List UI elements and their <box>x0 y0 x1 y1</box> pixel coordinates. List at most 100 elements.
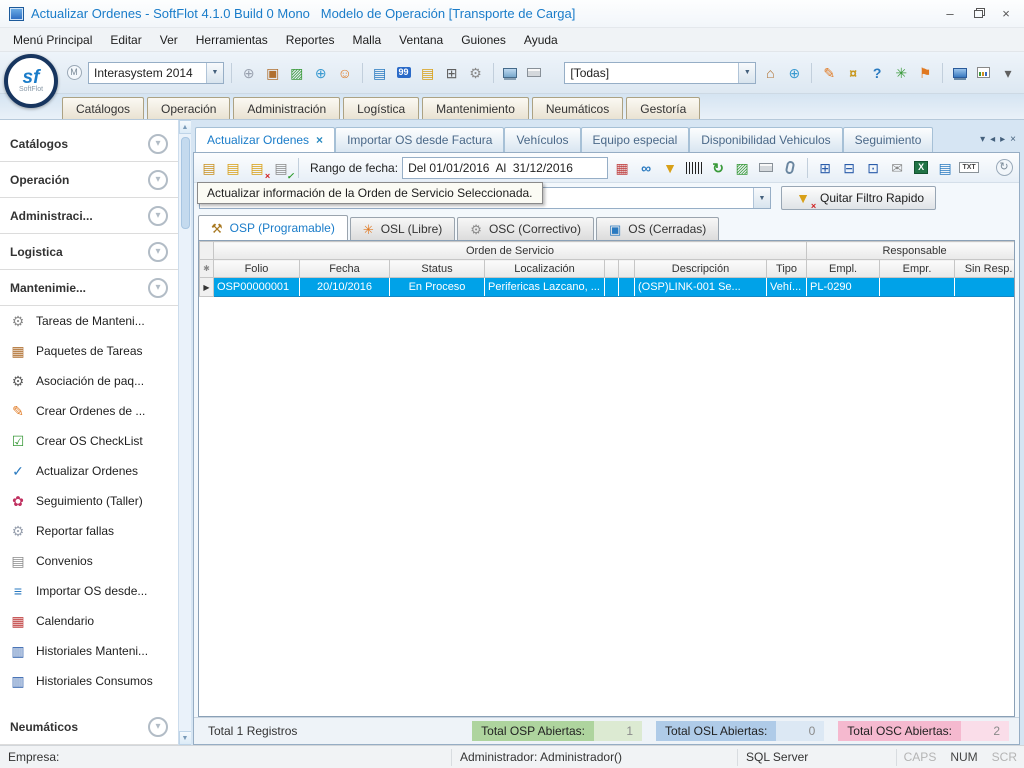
cell-empl[interactable]: PL-0290 <box>807 278 880 297</box>
sidebar-item-calendario[interactable]: ▦ Calendario <box>0 606 178 636</box>
tree-expand-icon[interactable]: ⊟ <box>839 158 859 178</box>
cell-empr[interactable] <box>880 278 955 297</box>
col-tipo[interactable]: Tipo <box>767 260 807 278</box>
sidebar-section-neumaticos[interactable]: Neumáticos ▾ <box>0 709 178 745</box>
menu-herramientas[interactable]: Herramientas <box>187 30 277 50</box>
sidebar-item-seguimiento-taller[interactable]: ✿ Seguimiento (Taller) <box>0 486 178 516</box>
calendar-search-icon[interactable]: ▦ <box>612 158 632 178</box>
sidebar-section-administracion[interactable]: Administraci... ▾ <box>0 198 178 234</box>
tab-os-cerradas[interactable]: ▣ OS (Cerradas) <box>596 217 719 240</box>
menu-malla[interactable]: Malla <box>343 30 390 50</box>
scrollbar-thumb[interactable] <box>181 137 190 229</box>
delete-order-icon[interactable]: ▤× <box>247 158 267 178</box>
world-icon[interactable]: ⊕ <box>784 63 804 83</box>
cell-flag-2[interactable] <box>619 278 635 297</box>
flag-icon[interactable]: ⚑ <box>915 63 935 83</box>
col-sin-resp[interactable]: Sin Resp. <box>955 260 1015 278</box>
module-tab-mantenimiento[interactable]: Mantenimiento <box>422 97 529 119</box>
tab-osp-programable[interactable]: ⚒ OSP (Programable) <box>198 215 348 240</box>
tab-scroll-left-icon[interactable]: ◂ <box>990 134 995 145</box>
chart-icon[interactable] <box>974 63 994 83</box>
sidebar-item-historiales-mantenimiento[interactable]: ▥ Historiales Manteni... <box>0 636 178 666</box>
col-folio[interactable]: Folio <box>214 260 300 278</box>
help-icon[interactable]: ? <box>867 63 887 83</box>
menu-ayuda[interactable]: Ayuda <box>515 30 567 50</box>
collapse-section-icon[interactable]: ▾ <box>148 170 168 190</box>
image-icon[interactable]: ▨ <box>287 63 307 83</box>
badge-99-icon[interactable]: 99 <box>394 63 414 83</box>
sidebar-section-operacion[interactable]: Operación ▾ <box>0 162 178 198</box>
filter-funnel-icon[interactable]: ▼ <box>660 158 680 178</box>
users-icon[interactable]: ☺ <box>335 63 355 83</box>
picture-icon[interactable]: ▨ <box>732 158 752 178</box>
doc-tab-importar-os[interactable]: Importar OS desde Factura <box>335 127 504 152</box>
screen-icon[interactable] <box>950 63 970 83</box>
photo-icon[interactable]: ▣ <box>263 63 283 83</box>
col-empl[interactable]: Empl. <box>807 260 880 278</box>
binoculars-icon[interactable]: ∞ <box>636 158 656 178</box>
sidebar-item-reportar-fallas[interactable]: ⚙ Reportar fallas <box>0 516 178 546</box>
minimize-button[interactable]: – <box>936 4 964 24</box>
settings-gear-icon[interactable]: ⚙ <box>466 63 486 83</box>
sidebar-item-importar-os[interactable]: ≡ Importar OS desde... <box>0 576 178 606</box>
col-fecha[interactable]: Fecha <box>300 260 390 278</box>
export-txt-icon[interactable]: TXT <box>959 158 979 178</box>
module-tab-gestoria[interactable]: Gestoría <box>626 97 700 119</box>
new-document-icon[interactable]: ▤ <box>370 63 390 83</box>
calculator-icon[interactable]: ⊞ <box>442 63 462 83</box>
update-order-icon[interactable]: ▤ <box>199 158 219 178</box>
globe-gray-icon[interactable]: ⊕ <box>239 63 259 83</box>
sidebar-section-mantenimiento[interactable]: Mantenimie... ▾ <box>0 270 178 306</box>
col-flag-1[interactable] <box>605 260 619 278</box>
sidebar-item-convenios[interactable]: ▤ Convenios <box>0 546 178 576</box>
attachment-icon[interactable] <box>780 158 800 178</box>
col-flag-2[interactable] <box>619 260 635 278</box>
chevron-down-icon[interactable]: ▼ <box>753 188 770 208</box>
chevron-down-icon[interactable]: ▼ <box>738 63 755 83</box>
doc-tab-actualizar-ordenes[interactable]: Actualizar Ordenes × <box>195 127 335 152</box>
sidebar-section-catalogos[interactable]: Catálogos ▾ <box>0 126 178 162</box>
col-localizacion[interactable]: Localización <box>485 260 605 278</box>
validate-order-icon[interactable]: ▤✓ <box>271 158 291 178</box>
module-tab-logistica[interactable]: Logística <box>343 97 419 119</box>
menu-menu-principal[interactable]: Menú Principal <box>4 30 101 50</box>
monitor-icon[interactable] <box>500 63 520 83</box>
doc-tab-vehiculos[interactable]: Vehículos <box>504 127 580 152</box>
export-excel-icon[interactable]: X <box>911 158 931 178</box>
restore-button[interactable] <box>964 4 992 24</box>
company-badge-icon[interactable]: M <box>64 63 84 83</box>
bug-icon[interactable]: ✳ <box>891 63 911 83</box>
col-empr[interactable]: Empr. <box>880 260 955 278</box>
export-note-icon[interactable]: ▤ <box>935 158 955 178</box>
globe-icon[interactable]: ⊕ <box>311 63 331 83</box>
barcode-icon[interactable] <box>684 158 704 178</box>
orders-grid-container[interactable]: Orden de Servicio Responsable ✱ Folio Fe… <box>198 240 1015 717</box>
notes-icon[interactable]: ▤ <box>418 63 438 83</box>
cell-fecha[interactable]: 20/10/2016 <box>300 278 390 297</box>
chevron-down-icon[interactable]: ▼ <box>206 63 223 83</box>
scroll-down-icon[interactable]: ▼ <box>179 731 192 745</box>
home-icon[interactable]: ⌂ <box>760 63 780 83</box>
collapse-section-icon[interactable]: ▾ <box>148 278 168 298</box>
doc-tab-disponibilidad[interactable]: Disponibilidad Vehiculos <box>689 127 842 152</box>
cell-localizacion[interactable]: Perifericas Lazcano, ... <box>485 278 605 297</box>
col-descripcion[interactable]: Descripción <box>635 260 767 278</box>
module-tab-catalogos[interactable]: Catálogos <box>62 97 144 119</box>
module-tab-neumaticos[interactable]: Neumáticos <box>532 97 623 119</box>
print-icon[interactable] <box>756 158 776 178</box>
menu-guiones[interactable]: Guiones <box>452 30 515 50</box>
col-status[interactable]: Status <box>390 260 485 278</box>
sidebar-section-logistica[interactable]: Logistica ▾ <box>0 234 178 270</box>
cell-status[interactable]: En Proceso <box>390 278 485 297</box>
cell-folio[interactable]: OSP00000001 <box>214 278 300 297</box>
tab-menu-icon[interactable]: ▾ <box>980 134 985 145</box>
doc-tab-equipo-especial[interactable]: Equipo especial <box>581 127 690 152</box>
company-selector[interactable]: Interasystem 2014 ▼ <box>88 62 224 84</box>
sidebar-scrollbar[interactable]: ▲ ▼ <box>178 120 191 745</box>
sidebar-item-actualizar-ordenes[interactable]: ✓ Actualizar Ordenes <box>0 456 178 486</box>
menu-editar[interactable]: Editar <box>101 30 150 50</box>
sidebar-item-crear-os-checklist[interactable]: ☑ Crear OS CheckList <box>0 426 178 456</box>
refresh-icon[interactable]: ↻ <box>708 158 728 178</box>
tab-osc-correctivo[interactable]: ⚙ OSC (Correctivo) <box>457 217 594 240</box>
menu-ver[interactable]: Ver <box>151 30 187 50</box>
